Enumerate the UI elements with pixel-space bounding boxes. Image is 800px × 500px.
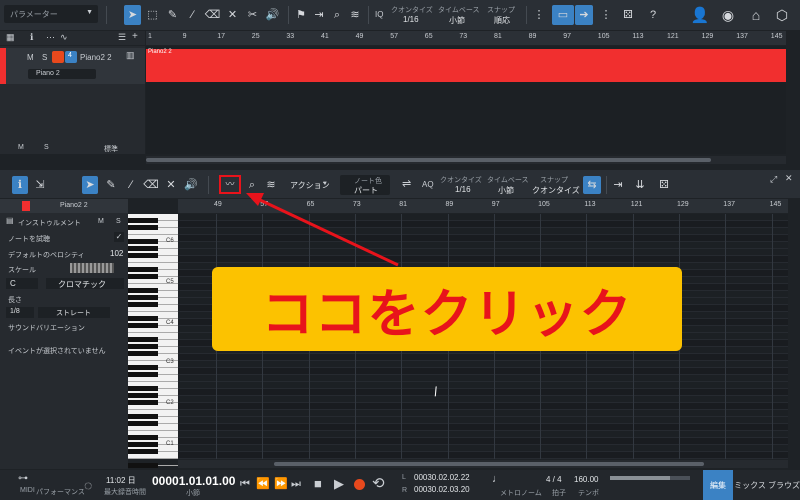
volume-slider[interactable] [610,476,690,480]
midi-icon: ⊶ [18,473,28,484]
metronome-label: メトロノーム [500,490,542,497]
loop-l-label: L [402,474,406,481]
loop-end-value[interactable]: 00030.02.03.20 [414,485,470,494]
callout-arrow [246,193,399,267]
loop-start-value[interactable]: 00030.02.02.22 [414,473,470,482]
time-signature-value[interactable]: 4 / 4 [546,475,562,484]
tab-browse[interactable]: ブラウズ [768,470,800,500]
rewind-icon[interactable]: ⏪ [256,479,270,490]
time-signature-label: 拍子 [552,490,566,497]
tab-edit[interactable]: 編集 [703,470,733,500]
transport-bar: ⊶ MIDI パフォーマンス ◌ 11:02 日 最大録音時間 00001.01… [0,470,800,500]
forward-icon[interactable]: ⏩ [274,479,288,490]
tempo-label: テンポ [578,490,599,497]
loop-r-label: R [402,487,408,494]
record-icon[interactable] [354,479,365,490]
performance-label: パフォーマンス [36,489,85,496]
tab-edit-label: 編集 [710,480,726,490]
metronome-icon[interactable]: ♩ [492,474,503,485]
rewind-start-icon[interactable]: ⏮ [240,479,250,490]
tempo-value[interactable]: 160.00 [574,475,598,484]
position-display[interactable]: 00001.01.01.00 [152,474,235,488]
record-time-value: 11:02 日 [106,476,136,485]
record-time-label: 最大録音時間 [104,489,146,496]
midi-label: MIDI [20,487,35,494]
loop-icon[interactable]: ⟲ [372,476,385,491]
tab-browse-label: ブラウズ [768,480,800,490]
tab-mix[interactable]: ミックス [734,470,766,500]
tab-mix-label: ミックス [734,480,766,490]
forward-end-icon[interactable]: ⏭ [291,479,301,490]
stop-icon[interactable]: ■ [314,477,322,490]
position-unit[interactable]: 小節 [186,488,200,498]
play-icon[interactable]: ▶ [334,477,344,490]
performance-icon[interactable]: ◌ [84,477,92,493]
